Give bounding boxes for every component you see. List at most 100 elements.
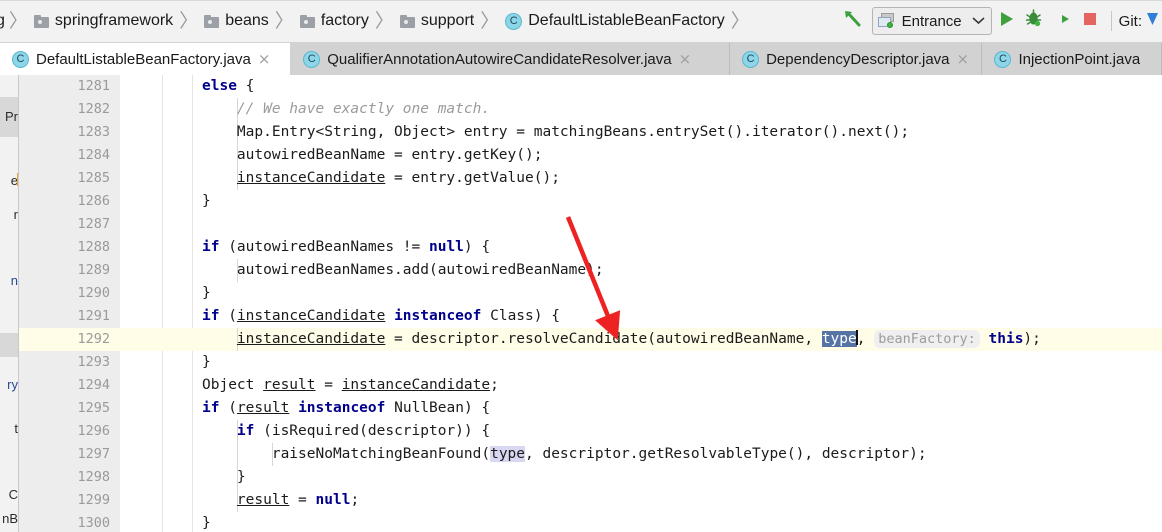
close-icon[interactable]: × xyxy=(957,51,970,67)
tab-qualifierannotationautowirecandidateresolver[interactable]: C QualifierAnnotationAutowireCandidateRe… xyxy=(291,43,731,75)
line-number: 1299 xyxy=(77,492,110,508)
line-content: } xyxy=(202,469,246,485)
tool-window-tab-maven[interactable]: n xyxy=(0,271,18,291)
tab-label: DependencyDescriptor.java xyxy=(766,50,950,68)
code-line[interactable]: 1294 Object result = instanceCandidate; xyxy=(19,374,1162,397)
code-line[interactable]: 1285 instanceCandidate = entry.getValue(… xyxy=(19,167,1162,190)
tool-window-tab-label: e xyxy=(10,173,18,188)
code-line[interactable]: 1281 else { xyxy=(19,75,1162,98)
tab-label: QualifierAnnotationAutowireCandidateReso… xyxy=(327,50,672,68)
tool-window-tab-selected[interactable] xyxy=(0,333,18,357)
code-line[interactable]: 1299 result = null; xyxy=(19,489,1162,512)
tab-defaultlistablebeanfactory[interactable]: C DefaultListableBeanFactory.java × xyxy=(0,43,292,75)
breadcrumb-separator: 〉 xyxy=(374,9,394,32)
run-icon xyxy=(997,10,1015,33)
tool-window-tab-label: ry xyxy=(7,377,18,392)
tool-window-tab-history[interactable]: ry xyxy=(0,375,18,395)
line-content: autowiredBeanName = entry.getKey(); xyxy=(202,147,543,163)
class-icon: C xyxy=(303,50,321,68)
code-editor[interactable]: 1281 else { 1282 // We have exactly one … xyxy=(19,75,1162,532)
breadcrumb-separator: 〉 xyxy=(8,9,28,32)
line-content: result = null; xyxy=(236,492,360,508)
breadcrumb-item-support[interactable]: support xyxy=(398,0,476,42)
line-number: 1294 xyxy=(77,377,110,393)
breadcrumb-separator: 〉 xyxy=(274,9,294,32)
code-line[interactable]: 1288 if (autowiredBeanNames != null) { xyxy=(19,236,1162,259)
run-configuration-selector[interactable]: Entrance xyxy=(871,7,992,35)
line-content: } xyxy=(202,515,211,531)
build-project-button[interactable] xyxy=(836,7,870,35)
run-configuration-label: Entrance xyxy=(901,12,962,30)
breadcrumb-separator: 〉 xyxy=(179,9,199,32)
code-line[interactable]: 1287 xyxy=(19,213,1162,236)
tool-window-tab-project[interactable]: Pr xyxy=(0,97,18,137)
tool-window-tab-commit[interactable]: C xyxy=(0,485,18,505)
line-content: // We have exactly one match. xyxy=(202,101,491,117)
class-icon: C xyxy=(505,12,523,30)
line-number: 1296 xyxy=(77,423,110,439)
tab-label: DefaultListableBeanFactory.java xyxy=(36,50,251,68)
tool-window-tab-todo[interactable]: t xyxy=(0,419,18,439)
breadcrumb-item-springframework[interactable]: springframework xyxy=(32,0,175,42)
line-content: instanceCandidate = descriptor.resolveCa… xyxy=(236,330,1041,348)
code-line[interactable]: 1284 autowiredBeanName = entry.getKey(); xyxy=(19,144,1162,167)
tool-window-tab-favorites[interactable]: r xyxy=(0,205,18,225)
code-line[interactable]: 1286 } xyxy=(19,190,1162,213)
run-with-coverage-button[interactable] xyxy=(1048,6,1076,36)
code-line[interactable]: 1291 if (instanceCandidate instanceof Cl… xyxy=(19,305,1162,328)
code-line[interactable]: 1296 if (isRequired(descriptor)) { xyxy=(19,420,1162,443)
git-update-icon[interactable] xyxy=(1146,10,1160,33)
code-line[interactable]: 1289 autowiredBeanNames.add(autowiredBea… xyxy=(19,259,1162,282)
line-content: Object result = instanceCandidate; xyxy=(202,377,499,393)
code-line[interactable]: 1290 } xyxy=(19,282,1162,305)
code-line[interactable]: 1293 } xyxy=(19,351,1162,374)
line-content: if (instanceCandidate instanceof Class) … xyxy=(202,308,560,324)
line-content: instanceCandidate = entry.getValue(); xyxy=(236,170,560,186)
tool-window-tab-label: C xyxy=(8,487,18,502)
breadcrumb-separator: 〉 xyxy=(480,9,500,32)
line-content: autowiredBeanNames.add(autowiredBeanName… xyxy=(202,262,604,278)
line-number: 1286 xyxy=(77,193,110,209)
line-number: 1297 xyxy=(77,446,110,462)
code-line-highlighted[interactable]: 1292 instanceCandidate = descriptor.reso… xyxy=(19,328,1162,351)
class-icon: C xyxy=(742,50,760,68)
breadcrumb: g 〉 springframework 〉 beans 〉 factory 〉 … xyxy=(0,0,754,42)
line-content: } xyxy=(202,285,211,301)
folder-icon xyxy=(33,14,49,28)
line-content: } xyxy=(202,193,211,209)
tool-window-tab-label: nB xyxy=(2,511,18,526)
debug-button[interactable] xyxy=(1020,6,1048,36)
line-number: 1287 xyxy=(77,216,110,232)
line-content: if (result instanceof NullBean) { xyxy=(202,400,491,416)
run-button[interactable] xyxy=(992,6,1020,36)
code-line[interactable]: 1295 if (result instanceof NullBean) { xyxy=(19,397,1162,420)
stop-button[interactable] xyxy=(1076,6,1104,36)
left-tool-window-strip: Pr e r n ry t C nB xyxy=(0,75,19,532)
folder-icon xyxy=(299,14,315,28)
code-line[interactable]: 1282 // We have exactly one match. xyxy=(19,98,1162,121)
tool-window-tab-structure[interactable]: e xyxy=(0,171,18,191)
line-content: else { xyxy=(202,78,255,94)
breadcrumb-item-factory[interactable]: factory xyxy=(298,0,371,42)
close-icon[interactable]: × xyxy=(258,51,271,67)
code-line[interactable]: 1300 } xyxy=(19,512,1162,532)
code-line[interactable]: 1283 Map.Entry<String, Object> entry = m… xyxy=(19,121,1162,144)
tool-window-tab-bean[interactable]: nB xyxy=(0,509,18,529)
code-line[interactable]: 1298 } xyxy=(19,466,1162,489)
run-with-coverage-icon xyxy=(1052,9,1071,33)
run-configuration-icon xyxy=(877,13,896,29)
line-content: raiseNoMatchingBeanFound(type, descripto… xyxy=(202,446,927,462)
class-icon: C xyxy=(994,50,1012,68)
run-toolbar: Entrance Git: xyxy=(836,0,1162,42)
code-line[interactable]: 1297 raiseNoMatchingBeanFound(type, desc… xyxy=(19,443,1162,466)
tab-injectionpoint[interactable]: C InjectionPoint.java xyxy=(982,43,1162,75)
line-content: if (autowiredBeanNames != null) { xyxy=(202,239,491,255)
breadcrumb-item-beans[interactable]: beans xyxy=(202,0,271,42)
breadcrumb-item-defaultlistablebeanfactory[interactable]: C DefaultListableBeanFactory xyxy=(503,0,727,42)
tool-window-tab-label: t xyxy=(14,421,18,436)
line-number: 1289 xyxy=(77,262,110,278)
close-icon[interactable]: × xyxy=(679,51,692,67)
tab-dependencydescriptor[interactable]: C DependencyDescriptor.java × xyxy=(730,43,983,75)
line-content: } xyxy=(202,354,211,370)
line-number: 1282 xyxy=(77,101,110,117)
